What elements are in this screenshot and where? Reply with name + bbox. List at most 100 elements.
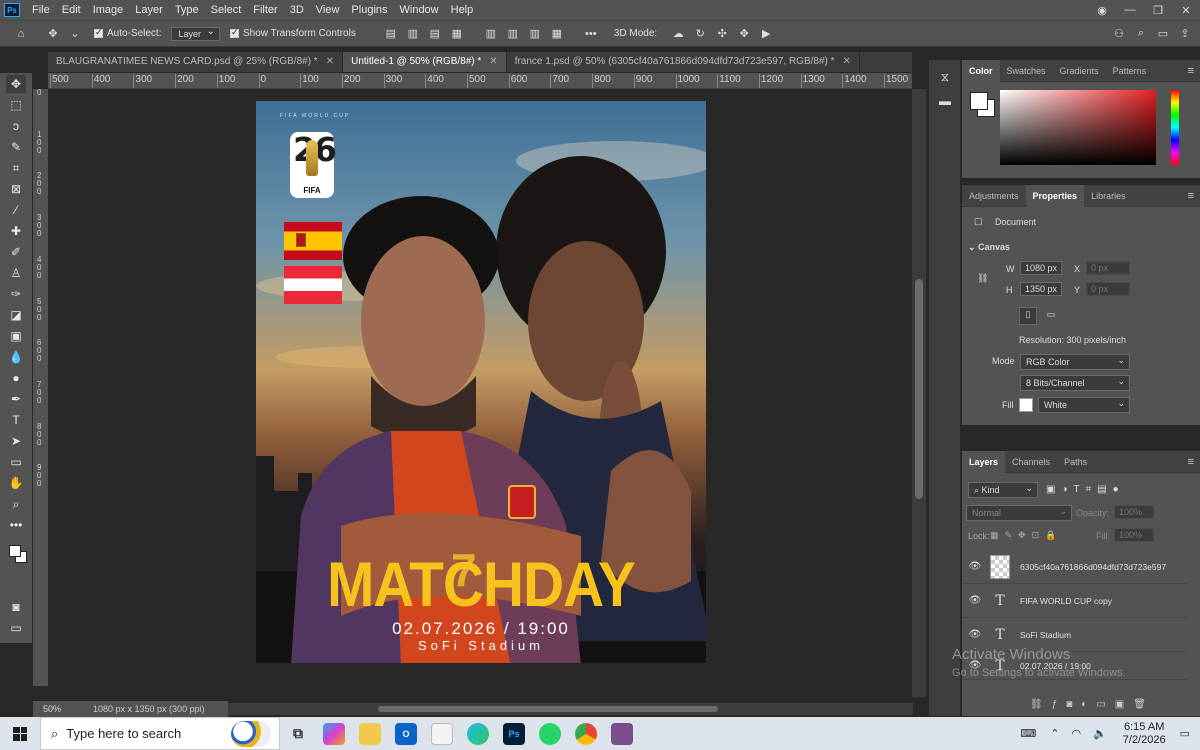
- canvas-width-field[interactable]: 1080 px: [1020, 261, 1062, 275]
- tab-color[interactable]: Color: [962, 59, 1000, 82]
- close-icon[interactable]: ✕: [326, 56, 334, 67]
- zoom-level[interactable]: 50%: [33, 704, 73, 714]
- show-transform-checkbox[interactable]: [230, 27, 239, 38]
- layers-footer-actions[interactable]: ⛓ƒ◙◐▭▣🗑: [1030, 699, 1155, 710]
- more-options-icon[interactable]: •••: [584, 27, 598, 41]
- move-tool-preset-icon[interactable]: ✥: [46, 27, 60, 41]
- notifications-icon[interactable]: ▭: [1180, 727, 1190, 740]
- hand-tool-icon[interactable]: ✋: [6, 474, 26, 492]
- eyedropper-tool-icon[interactable]: ⁄: [6, 201, 26, 219]
- layer-row[interactable]: 👁 6305cf40a761866d094dfd73d723e597: [962, 550, 1187, 584]
- auto-select-target-select[interactable]: Layer: [171, 26, 220, 41]
- scrollbar-thumb[interactable]: [915, 279, 923, 499]
- fill-select[interactable]: White: [1038, 396, 1130, 413]
- edit-toolbar-icon[interactable]: •••: [6, 516, 26, 534]
- drag-3d-icon[interactable]: ✣: [715, 27, 729, 41]
- scale-3d-icon[interactable]: ▶: [759, 27, 773, 41]
- menu-layer[interactable]: Layer: [129, 0, 169, 20]
- workspace-icon[interactable]: ▭: [1156, 27, 1170, 41]
- move-tool-icon[interactable]: ✥: [6, 75, 26, 93]
- pen-tool-icon[interactable]: ✒: [6, 390, 26, 408]
- tab-libraries[interactable]: Libraries: [1084, 185, 1133, 207]
- align-right-icon[interactable]: ▤: [428, 27, 442, 41]
- opacity-field[interactable]: 100%: [1114, 505, 1154, 519]
- keyboard-icon[interactable]: ⌨: [1020, 727, 1036, 740]
- crop-tool-icon[interactable]: ⌗: [6, 159, 26, 177]
- eraser-tool-icon[interactable]: ◪: [6, 306, 26, 324]
- horizontal-scrollbar[interactable]: [228, 703, 913, 715]
- minimize-button[interactable]: —: [1116, 4, 1144, 16]
- link-icon[interactable]: ⛓: [977, 273, 988, 284]
- type-tool-icon[interactable]: T: [6, 411, 26, 429]
- outlook-icon[interactable]: O: [395, 722, 417, 745]
- tab-patterns[interactable]: Patterns: [1106, 60, 1154, 82]
- tab-layers[interactable]: Layers: [962, 450, 1006, 473]
- path-selection-tool-icon[interactable]: ➤: [6, 432, 26, 450]
- foreground-color-swatch[interactable]: [970, 92, 988, 110]
- canvas-x-field[interactable]: 0 px: [1086, 261, 1130, 275]
- file-explorer-icon[interactable]: [359, 722, 381, 745]
- menu-window[interactable]: Window: [394, 0, 445, 20]
- panel-menu-icon[interactable]: ≡: [1188, 65, 1194, 77]
- tab-france-1[interactable]: france 1.psd @ 50% (6305cf40a761866d094d…: [506, 52, 860, 72]
- scrollbar-thumb[interactable]: [378, 706, 718, 712]
- network-icon[interactable]: ◠: [1071, 727, 1081, 740]
- chevron-down-icon[interactable]: ⌄: [68, 27, 82, 41]
- orbit-3d-icon[interactable]: ☁: [671, 27, 685, 41]
- zoom-tool-icon[interactable]: ⌕: [6, 495, 26, 513]
- quick-mask-icon[interactable]: ◙: [6, 598, 26, 616]
- align-bottom-icon[interactable]: ▥: [528, 27, 542, 41]
- tab-properties[interactable]: Properties: [1025, 184, 1085, 207]
- menu-image[interactable]: Image: [87, 0, 130, 20]
- vertical-scrollbar[interactable]: [912, 89, 926, 697]
- color-mode-select[interactable]: RGB Color: [1020, 353, 1130, 370]
- portrait-orientation-button[interactable]: ▯: [1019, 307, 1037, 325]
- lasso-tool-icon[interactable]: ↄ: [6, 117, 26, 135]
- align-middle-icon[interactable]: ▥: [506, 27, 520, 41]
- marquee-tool-icon[interactable]: ⬚: [6, 96, 26, 114]
- menu-edit[interactable]: Edit: [56, 0, 87, 20]
- align-left-icon[interactable]: ▤: [384, 27, 398, 41]
- close-icon[interactable]: ✕: [489, 56, 497, 67]
- panel-menu-icon[interactable]: ≡: [1188, 190, 1194, 202]
- whatsapp-icon[interactable]: [539, 722, 561, 745]
- task-view-icon[interactable]: ⧉: [287, 723, 309, 745]
- healing-brush-tool-icon[interactable]: ✚: [6, 222, 26, 240]
- document-info[interactable]: 1080 px x 1350 px (300 ppi): [73, 704, 205, 714]
- show-transform-option[interactable]: Show Transform Controls: [230, 27, 356, 39]
- share-icon[interactable]: ⚇: [1112, 27, 1126, 41]
- clone-stamp-tool-icon[interactable]: ♙: [6, 264, 26, 282]
- chrome-icon[interactable]: [575, 722, 597, 745]
- tab-channels[interactable]: Channels: [1005, 451, 1057, 473]
- bit-depth-select[interactable]: 8 Bits/Channel: [1020, 374, 1130, 391]
- quick-select-tool-icon[interactable]: ✎: [6, 138, 26, 156]
- layer-filter-kind-select[interactable]: ⌕ Kind: [968, 481, 1038, 498]
- tab-swatches[interactable]: Swatches: [1000, 60, 1053, 82]
- search-highlight-icon[interactable]: [231, 721, 271, 747]
- close-button[interactable]: ✕: [1172, 4, 1200, 17]
- visibility-eye-icon[interactable]: 👁: [962, 561, 988, 572]
- menu-select[interactable]: Select: [205, 0, 248, 20]
- distribute-icon[interactable]: ▦: [450, 27, 464, 41]
- rectangle-tool-icon[interactable]: ▭: [6, 453, 26, 471]
- align-center-icon[interactable]: ▥: [406, 27, 420, 41]
- copilot-icon[interactable]: [323, 722, 345, 745]
- edge-icon[interactable]: [467, 722, 489, 745]
- fill-opacity-field[interactable]: 100%: [1114, 528, 1154, 542]
- pinned-app-icon[interactable]: [611, 722, 633, 745]
- restore-button[interactable]: ❐: [1144, 4, 1172, 17]
- blend-mode-select[interactable]: Normal: [966, 504, 1072, 521]
- tab-untitled-1[interactable]: Untitled-1 @ 50% (RGB/8#) * ✕: [343, 52, 507, 72]
- layer-filter-icons[interactable]: ▣◑T⌗▤●: [1046, 484, 1125, 495]
- fill-color-swatch[interactable]: [1019, 398, 1033, 412]
- color-picker-field[interactable]: [1000, 90, 1156, 165]
- auto-select-checkbox[interactable]: [94, 27, 103, 38]
- foreground-background-color-icon[interactable]: [6, 543, 28, 565]
- layer-row[interactable]: 👁 T FIFA WORLD CUP copy: [962, 584, 1187, 618]
- hue-slider[interactable]: [1171, 90, 1179, 165]
- blur-tool-icon[interactable]: 💧: [6, 348, 26, 366]
- volume-icon[interactable]: 🔈: [1093, 727, 1107, 740]
- brush-tool-icon[interactable]: ✐: [6, 243, 26, 261]
- microsoft-store-icon[interactable]: [431, 722, 453, 745]
- canvas-y-field[interactable]: 0 px: [1086, 282, 1130, 296]
